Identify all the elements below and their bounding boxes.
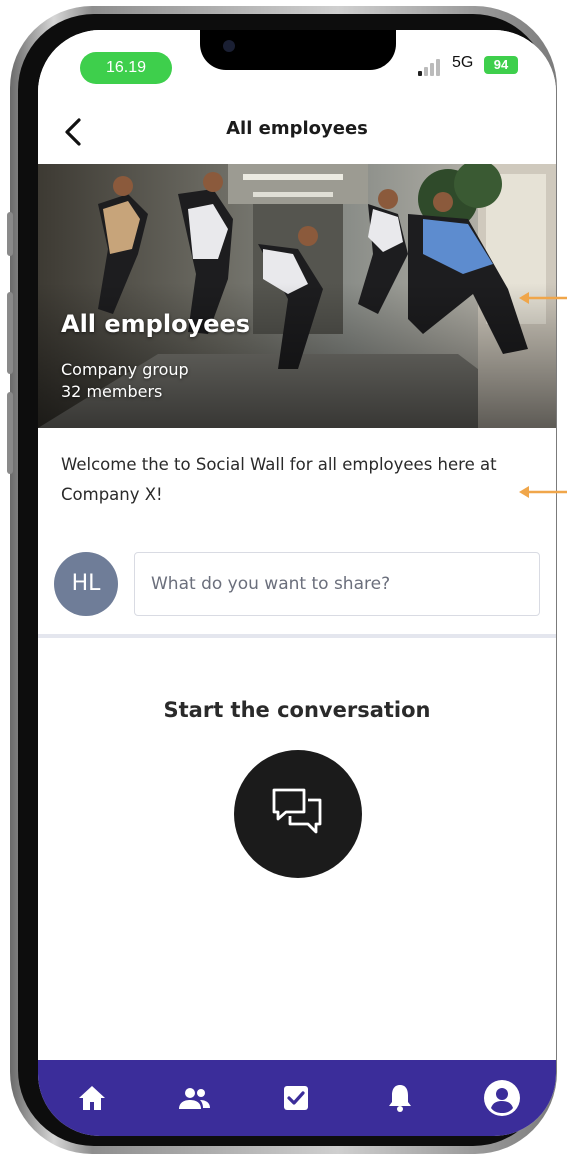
app-screen: 16.19 5G 94 All employees All employees … (38, 30, 556, 1136)
people-icon (179, 1088, 210, 1109)
volume-down-button (7, 392, 13, 474)
share-input[interactable] (134, 552, 540, 616)
app-header: All employees (38, 100, 556, 164)
status-bar: 16.19 5G 94 (38, 30, 556, 100)
nav-tasks[interactable] (276, 1078, 316, 1118)
camera-icon (223, 40, 235, 52)
chat-bubbles-icon (272, 788, 322, 834)
network-type: 5G (452, 54, 474, 71)
nav-profile[interactable] (482, 1078, 522, 1118)
group-name: All employees (61, 310, 251, 338)
status-time: 16.19 (80, 52, 172, 84)
group-cover: All employees Company group 32 members (38, 164, 556, 428)
annotation-arrow-welcome (519, 486, 567, 498)
battery-icon: 94 (484, 56, 518, 74)
nav-home[interactable] (72, 1078, 112, 1118)
bottom-navigation (38, 1060, 556, 1136)
page-title: All employees (226, 118, 368, 139)
nav-people[interactable] (174, 1078, 214, 1118)
annotation-arrow-cover (519, 292, 567, 304)
member-count: 32 members (61, 382, 163, 401)
bell-icon (389, 1085, 411, 1112)
signal-icon (418, 58, 444, 76)
start-conversation-button[interactable] (234, 750, 362, 878)
divider (38, 634, 556, 638)
avatar[interactable]: HL (54, 552, 118, 616)
home-icon (79, 1086, 105, 1110)
empty-state-title: Start the conversation (163, 698, 431, 722)
account-icon (484, 1080, 520, 1116)
volume-up-button (7, 292, 13, 374)
welcome-message: Welcome the to Social Wall for all emplo… (61, 455, 497, 504)
checkbox-icon (284, 1086, 308, 1110)
mute-switch (7, 212, 13, 256)
group-type: Company group (61, 360, 189, 379)
nav-notifications[interactable] (380, 1078, 420, 1118)
